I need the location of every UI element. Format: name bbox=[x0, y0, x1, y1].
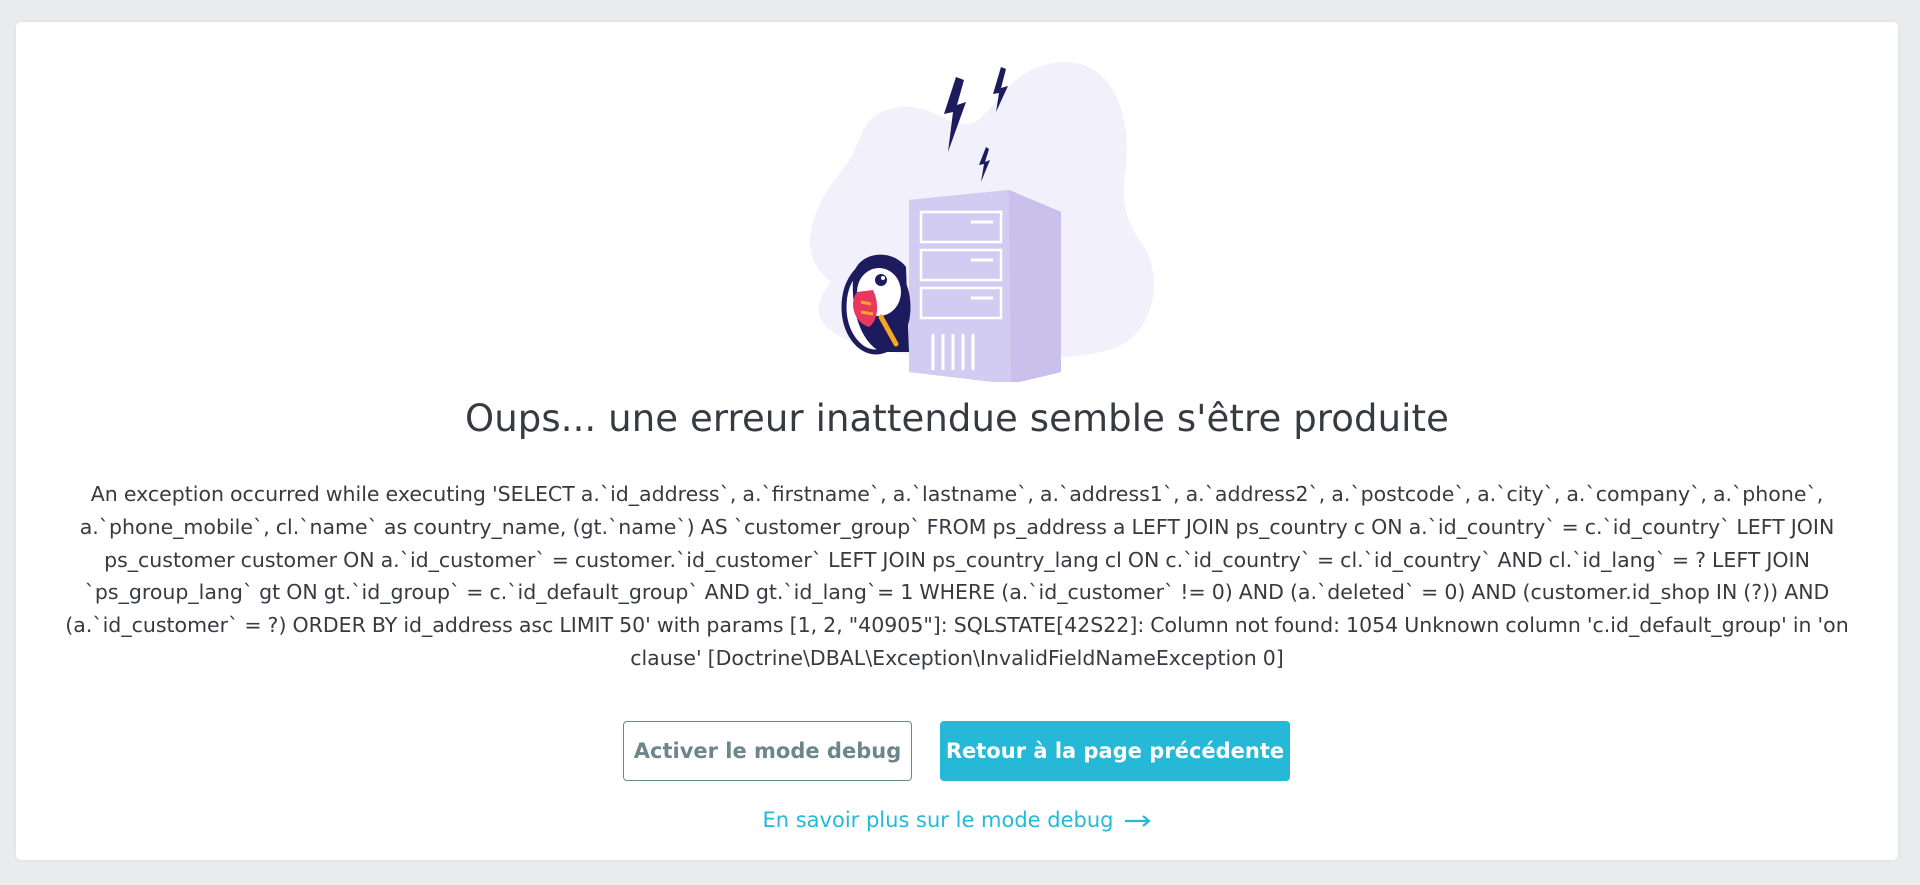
puffin-server-error-illustration bbox=[809, 61, 1154, 382]
arrow-right-icon bbox=[1124, 815, 1151, 827]
server-icon bbox=[909, 190, 1061, 382]
page-title: Oups... une erreur inattendue semble s'ê… bbox=[464, 397, 1450, 440]
error-card: Oups... une erreur inattendue semble s'ê… bbox=[16, 22, 1898, 860]
error-message: An exception occurred while executing 'S… bbox=[65, 482, 1849, 670]
enable-debug-button[interactable]: Activer le mode debug bbox=[623, 721, 912, 781]
learn-more-label: En savoir plus sur le mode debug bbox=[762, 808, 1114, 832]
learn-more-debug-link[interactable]: En savoir plus sur le mode debug bbox=[16, 808, 1898, 832]
back-button[interactable]: Retour à la page précédente bbox=[940, 721, 1290, 781]
